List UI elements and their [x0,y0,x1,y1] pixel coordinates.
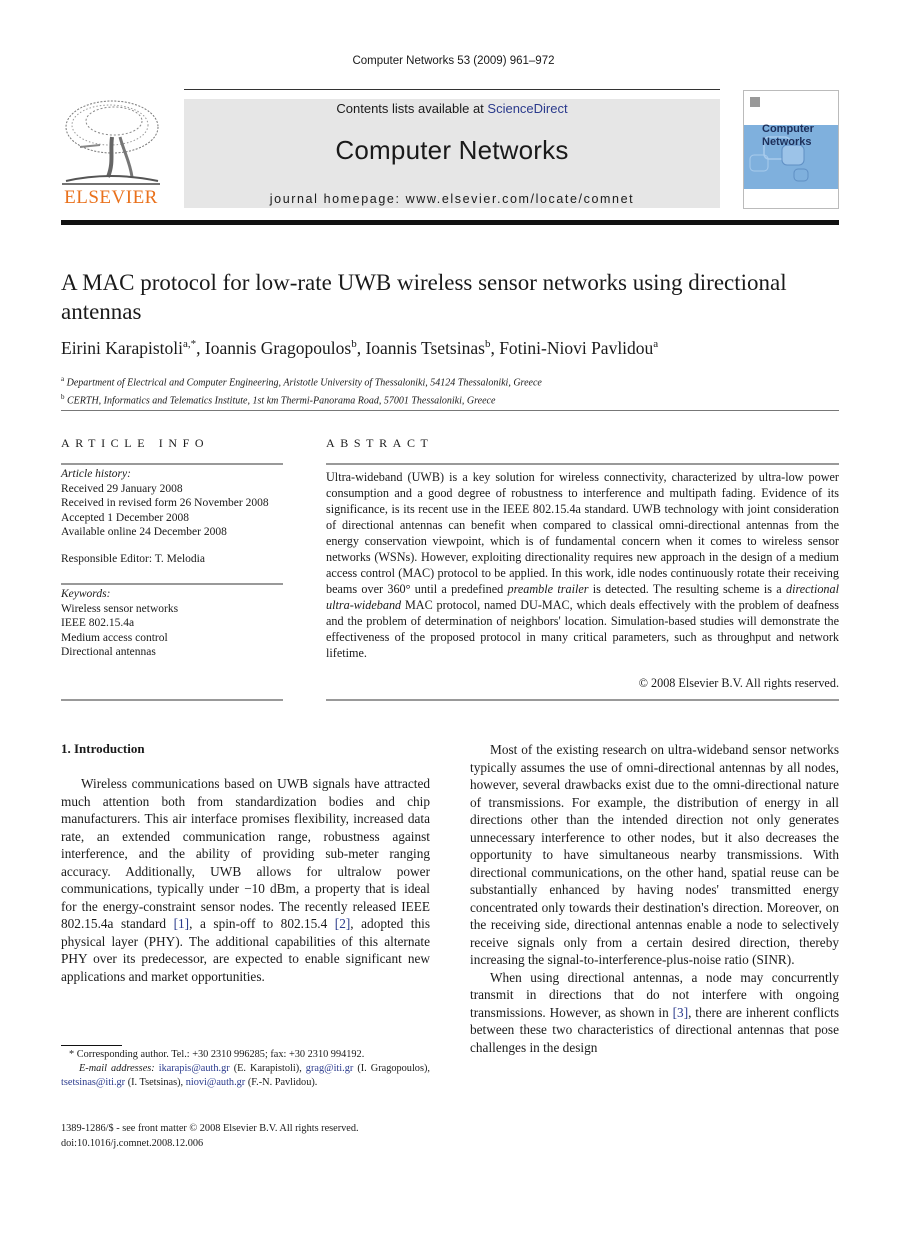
elsevier-wordmark: ELSEVIER [64,187,158,208]
affiliation-text: CERTH, Informatics and Telematics Instit… [67,395,496,407]
tree-icon [62,100,160,185]
divider [326,699,839,701]
email-owner: (I. Tsetsinas) [127,1077,181,1088]
text-span: Wireless communications based on UWB sig… [61,776,430,931]
author-affil-mark[interactable]: b [351,338,357,350]
author[interactable]: Ioannis Tsetsinas [365,338,484,358]
email-link[interactable]: grag@iti.gr [306,1063,354,1074]
history-label: Article history: [61,468,131,480]
cover-publisher-icon [750,97,760,107]
citation-link[interactable]: [1] [174,916,190,931]
affiliation-label: a [61,375,65,383]
author[interactable]: Fotini-Niovi Pavlidou [499,338,653,358]
affiliation: a Department of Electrical and Computer … [61,372,542,390]
contents-prefix: Contents lists available at [336,101,488,116]
author-affil-mark[interactable]: a,* [183,338,196,350]
contents-line: Contents lists available at ScienceDirec… [184,101,720,116]
section-heading-introduction: 1. Introduction [61,741,145,756]
author[interactable]: Ioannis Gragopoulos [205,338,351,358]
author-affil-mark[interactable]: a [653,338,658,350]
cover-title-line2: Networks [762,136,812,148]
footnotes: * Corresponding author. Tel.: +30 2310 9… [61,1048,430,1090]
doi-link[interactable]: doi:10.1016/j.comnet.2008.12.006 [61,1137,359,1152]
abstract-span: is detected. The resulting scheme is a [588,582,786,596]
journal-cover-thumbnail: Computer Networks [743,90,839,209]
keyword: Medium access control [61,631,168,644]
issn-line: 1389-1286/$ - see front matter © 2008 El… [61,1123,359,1134]
keyword: Directional antennas [61,646,156,658]
email-owner: (E. Karapistoli) [233,1063,300,1074]
email-label: E-mail addresses: [79,1063,155,1074]
citation-link[interactable]: [3] [673,1005,689,1020]
divider [61,583,283,585]
history-item: Received 29 January 2008 [61,482,183,495]
journal-homepage-link[interactable]: journal homepage: www.elsevier.com/locat… [184,192,720,206]
history-item: Received in revised form 26 November 200… [61,497,269,509]
affiliation-text: Department of Electrical and Computer En… [66,377,542,389]
author-affil-mark[interactable]: b [485,338,491,350]
header-rule [184,89,720,90]
history-item: Accepted 1 December 2008 [61,511,190,524]
divider [61,699,283,701]
sciencedirect-link[interactable]: ScienceDirect [487,101,567,116]
citation-link[interactable]: [2] [335,916,351,931]
email-note: E-mail addresses: ikarapis@auth.gr (E. K… [61,1063,430,1088]
divider [61,463,283,465]
keywords: Keywords: Wireless sensor networks IEEE … [61,587,178,660]
paragraph: Wireless communications based on UWB sig… [61,775,430,985]
keyword: Wireless sensor networks [61,602,179,615]
article-info-heading: ARTICLE INFO [61,436,210,450]
body-column-right: Most of the existing research on ultra-w… [470,741,839,1056]
footnote-rule [61,1045,122,1046]
issn-doi: 1389-1286/$ - see front matter © 2008 El… [61,1122,359,1151]
cover-title: Computer Networks [762,123,814,149]
abstract-emphasis: preamble trailer [507,582,589,596]
corresponding-author-note: * Corresponding author. Tel.: +30 2310 9… [69,1049,365,1060]
divider [326,463,839,465]
abstract-copyright: © 2008 Elsevier B.V. All rights reserved… [638,676,839,690]
author-list: Eirini Karapistolia,*, Ioannis Gragopoul… [61,338,659,358]
email-owner: (F.-N. Pavlidou) [247,1077,315,1088]
body-column-left: Wireless communications based on UWB sig… [61,775,430,985]
keyword: IEEE 802.15.4a [61,617,135,629]
abstract-heading: ABSTRACT [326,436,434,450]
article-history: Article history: Received 29 January 200… [61,467,269,540]
affiliations: a Department of Electrical and Computer … [61,372,542,409]
article-title: A MAC protocol for low-rate UWB wireless… [61,270,787,324]
affiliation-label: b [61,393,65,402]
responsible-editor: Responsible Editor: T. Melodia [61,553,205,565]
abstract-span: MAC protocol, named DU-MAC, which deals … [326,598,839,660]
section-rule [61,410,839,411]
journal-masthead: Contents lists available at ScienceDirec… [184,99,720,208]
history-item: Available online 24 December 2008 [61,526,227,538]
elsevier-logo: ELSEVIER [60,97,162,209]
masthead-rule [61,220,839,225]
running-head: Computer Networks 53 (2009) 961–972 [352,55,555,67]
abstract-span: Ultra-wideband (UWB) is a key solution f… [326,470,839,596]
keywords-label: Keywords: [61,588,111,600]
email-link[interactable]: tsetsinas@iti.gr [61,1077,125,1088]
paragraph: Most of the existing research on ultra-w… [470,742,839,967]
email-link[interactable]: ikarapis@auth.gr [159,1063,230,1074]
abstract-text: Ultra-wideband (UWB) is a key solution f… [326,469,839,661]
journal-name: Computer Networks [335,135,569,165]
paragraph: When using directional antennas, a node … [470,969,839,1057]
cover-title-line1: Computer [762,123,814,135]
author[interactable]: Eirini Karapistoli [61,338,183,358]
email-owner: (I. Gragopoulos) [357,1063,428,1074]
affiliation: b CERTH, Informatics and Telematics Inst… [61,390,542,408]
text-span: , a spin-off to 802.15.4 [189,916,335,931]
email-link[interactable]: niovi@auth.gr [186,1077,246,1088]
